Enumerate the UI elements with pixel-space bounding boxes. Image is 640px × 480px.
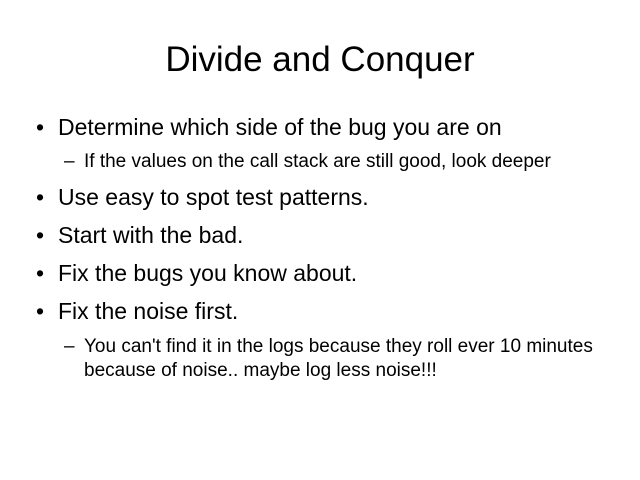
sub-bullet-text: You can't find it in the logs because th… [84, 336, 593, 381]
bullet-marker: • [36, 184, 45, 210]
bullet-text: Use easy to spot test patterns. [58, 184, 369, 210]
bullet-marker: • [36, 114, 45, 140]
bullet-marker: • [36, 298, 45, 324]
bullet-marker: • [36, 222, 45, 248]
sub-bullet-marker: – [64, 336, 75, 357]
bullet-list: • Determine which side of the bug you ar… [0, 0, 640, 480]
bullet-text: Fix the noise first. [58, 298, 239, 324]
bullet-text: Start with the bad. [58, 222, 244, 248]
bullet-text: Determine which side of the bug you are … [58, 114, 502, 140]
bullet-marker: • [36, 260, 45, 286]
sub-bullet-marker: – [64, 151, 75, 172]
sub-bullet-text: If the values on the call stack are stil… [84, 151, 551, 172]
bullet-text: Fix the bugs you know about. [58, 260, 358, 286]
